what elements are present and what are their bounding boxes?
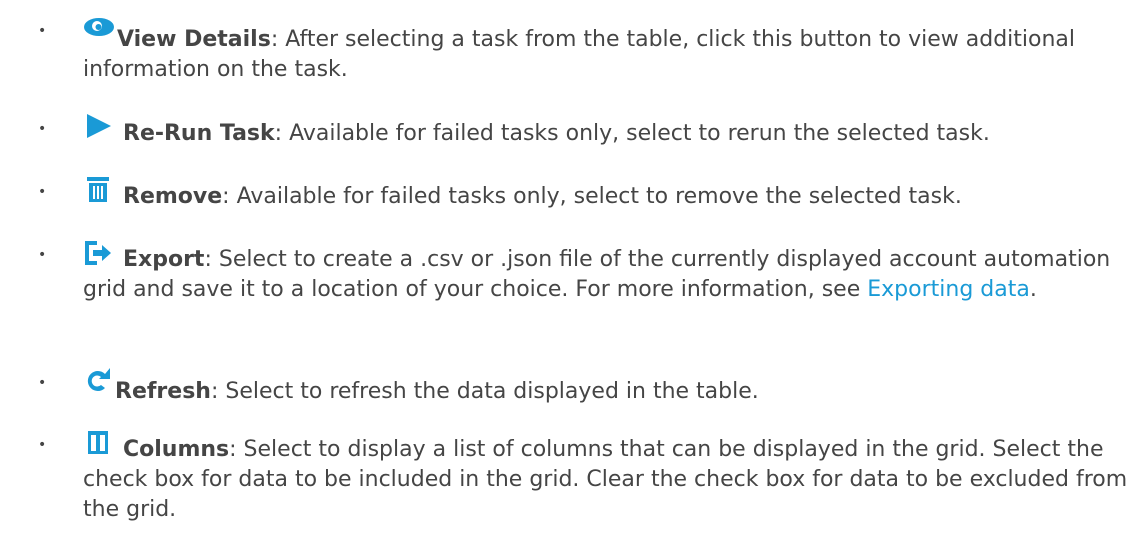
bullet: • xyxy=(38,121,47,137)
item-term: Refresh xyxy=(115,379,211,404)
bullet: • xyxy=(38,23,47,39)
item-term: Re-Run Task xyxy=(123,121,275,146)
bullet: • xyxy=(38,437,47,453)
item-term: View Details xyxy=(117,27,271,52)
columns-icon xyxy=(83,430,113,454)
item-content: Refresh: Select to refresh the data disp… xyxy=(83,368,1146,407)
item-content: Remove: Available for failed tasks only,… xyxy=(83,177,1146,212)
item-description: : Available for failed tasks only, selec… xyxy=(274,121,990,146)
help-document: • View Details: After selecting a task f… xyxy=(0,0,1146,535)
item-description-end: . xyxy=(1029,277,1037,302)
item-description: : Select to display a list of columns th… xyxy=(83,437,1128,522)
item-term: Export xyxy=(123,247,205,272)
item-term: Columns xyxy=(123,437,230,462)
bullet: • xyxy=(38,184,47,200)
trash-icon xyxy=(83,177,113,202)
item-content: Export: Select to create a .csv or .json… xyxy=(83,240,1146,305)
bullet: • xyxy=(38,375,47,391)
exporting-data-link[interactable]: Exporting data xyxy=(867,277,1030,302)
refresh-icon xyxy=(83,368,113,392)
item-term: Remove xyxy=(123,184,223,209)
bullet: • xyxy=(38,247,47,263)
item-content: View Details: After selecting a task fro… xyxy=(83,16,1146,85)
item-description: : Available for failed tasks only, selec… xyxy=(222,184,962,209)
eye-icon xyxy=(83,16,115,40)
item-content: Re-Run Task: Available for failed tasks … xyxy=(83,114,1146,149)
item-description: : Select to refresh the data displayed i… xyxy=(210,379,759,404)
export-icon xyxy=(83,240,113,265)
play-icon xyxy=(83,114,113,138)
item-content: Columns: Select to display a list of col… xyxy=(83,430,1146,525)
